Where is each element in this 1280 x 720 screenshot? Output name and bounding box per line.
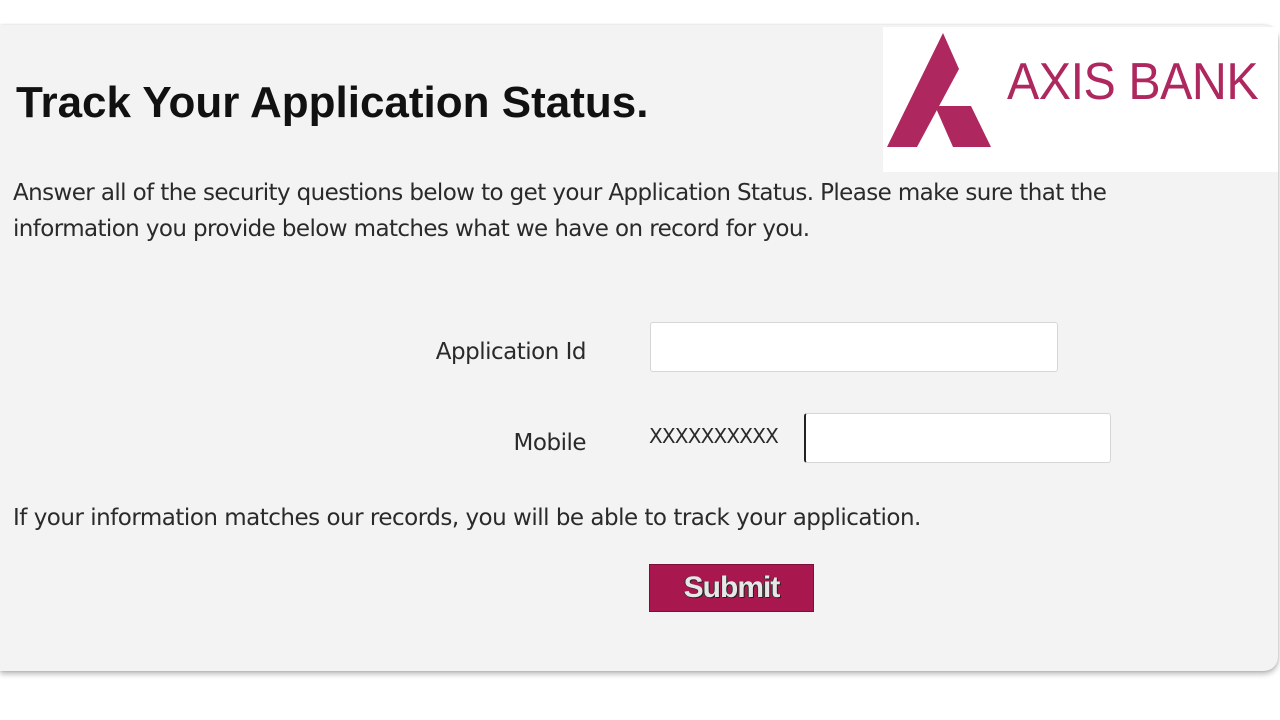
axis-bank-logo: AXIS BANK [883,27,1278,172]
submit-button[interactable]: Submit [649,564,814,612]
records-note: If your information matches our records,… [13,505,921,531]
axis-bank-wordmark: AXIS BANK [1007,53,1259,111]
page-title: Track Your Application Status. [16,78,649,127]
intro-text: Answer all of the security questions bel… [13,180,1107,242]
application-id-label: Application Id [435,339,587,365]
mobile-input[interactable] [804,413,1111,463]
track-application-panel: AXIS BANK Track Your Application Status.… [0,25,1278,671]
application-id-input[interactable] [650,322,1058,372]
mobile-prefix: XXXXXXXXXX [649,424,779,448]
mobile-label: Mobile [513,430,587,456]
axis-bank-logo-icon [887,33,991,147]
